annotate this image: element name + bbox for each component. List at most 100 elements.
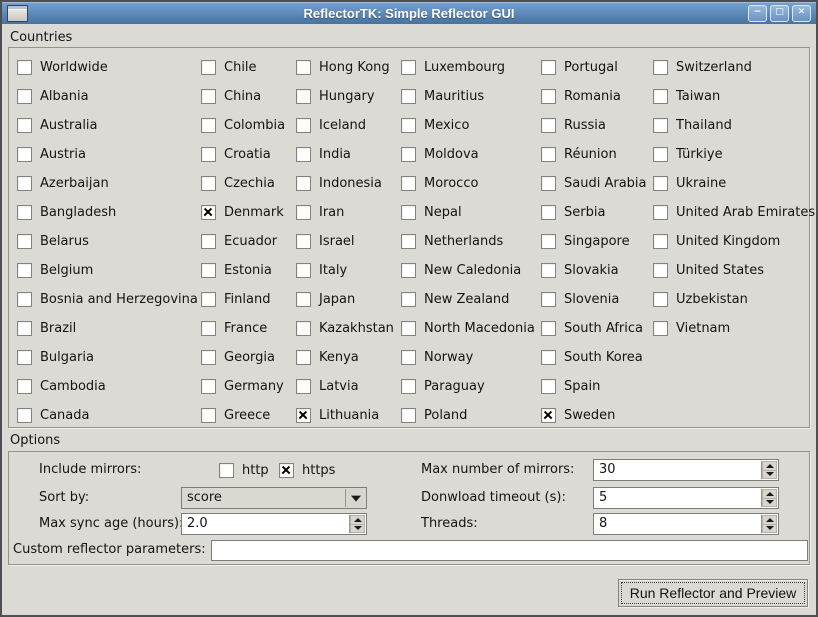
country-checkbox-item[interactable]: Brazil [17,314,198,343]
country-checkbox-item[interactable]: Ecuador [201,227,285,256]
country-checkbox-item[interactable]: Chile [201,53,285,82]
country-checkbox-item[interactable]: Iceland [296,111,394,140]
country-checkbox-item[interactable]: Estonia [201,256,285,285]
country-checkbox-item[interactable]: Romania [541,82,647,111]
download-timeout-spinbox[interactable]: 5 [593,487,779,509]
country-checkbox-item[interactable]: Slovakia [541,256,647,285]
country-checkbox-item[interactable]: Kenya [296,343,394,372]
country-checkbox-item[interactable]: Norway [401,343,535,372]
country-checkbox-item[interactable]: Czechia [201,169,285,198]
country-checkbox-item[interactable]: Réunion [541,140,647,169]
spin-down-icon[interactable] [350,524,365,534]
spin-up-icon[interactable] [762,461,777,470]
country-checkbox-item[interactable]: North Macedonia [401,314,535,343]
country-checkbox-item[interactable]: Sweden [541,401,647,430]
country-checkbox-item[interactable]: Lithuania [296,401,394,430]
spin-up-icon[interactable] [762,489,777,498]
country-checkbox-item[interactable]: Nepal [401,198,535,227]
maximize-icon[interactable]: □ [770,5,789,22]
close-icon[interactable]: ✕ [792,5,811,22]
country-checkbox-item[interactable]: Latvia [296,372,394,401]
sort-by-combobox[interactable]: score [181,487,367,509]
country-checkbox-item[interactable]: Uzbekistan [653,285,815,314]
spin-up-icon[interactable] [762,515,777,524]
country-checkbox-item[interactable]: Worldwide [17,53,198,82]
country-checkbox-item[interactable]: Kazakhstan [296,314,394,343]
country-checkbox-item[interactable]: Azerbaijan [17,169,198,198]
country-checkbox-item[interactable]: Mauritius [401,82,535,111]
country-checkbox-item[interactable]: Paraguay [401,372,535,401]
country-checkbox-item[interactable]: United Kingdom [653,227,815,256]
spin-up-icon[interactable] [350,515,365,524]
country-checkbox-item[interactable]: Belarus [17,227,198,256]
country-checkbox-item[interactable]: India [296,140,394,169]
country-checkbox-item[interactable]: Bangladesh [17,198,198,227]
country-checkbox-item[interactable]: Finland [201,285,285,314]
https-checkbox[interactable]: https [279,459,335,481]
country-label: United Arab Emirates [676,205,815,220]
country-checkbox-item[interactable]: Mexico [401,111,535,140]
country-checkbox-item[interactable]: Türkiye [653,140,815,169]
country-checkbox-item[interactable]: Saudi Arabia [541,169,647,198]
country-checkbox-item[interactable]: Australia [17,111,198,140]
country-checkbox-item[interactable]: Thailand [653,111,815,140]
country-checkbox-item[interactable]: Greece [201,401,285,430]
country-checkbox-item[interactable]: Croatia [201,140,285,169]
max-sync-age-spinbox[interactable]: 2.0 [181,513,367,535]
max-mirrors-spinbox[interactable]: 30 [593,459,779,481]
country-checkbox-item[interactable]: South Africa [541,314,647,343]
country-checkbox-item[interactable]: Canada [17,401,198,430]
country-checkbox-item[interactable]: Serbia [541,198,647,227]
custom-params-input[interactable] [211,540,808,561]
country-checkbox-item[interactable]: Morocco [401,169,535,198]
country-checkbox-item[interactable]: Netherlands [401,227,535,256]
country-checkbox-item[interactable]: South Korea [541,343,647,372]
country-checkbox-item[interactable]: Georgia [201,343,285,372]
custom-params-value [217,541,803,561]
country-checkbox-item[interactable]: Switzerland [653,53,815,82]
country-checkbox-item[interactable]: United States [653,256,815,285]
country-checkbox-item[interactable]: New Zealand [401,285,535,314]
chevron-down-icon[interactable] [345,489,365,507]
country-checkbox-item[interactable]: France [201,314,285,343]
country-checkbox-item[interactable]: Spain [541,372,647,401]
country-checkbox-item[interactable]: Austria [17,140,198,169]
spin-down-icon[interactable] [762,498,777,508]
country-checkbox-item[interactable]: Indonesia [296,169,394,198]
http-checkbox[interactable]: http [219,459,269,481]
country-checkbox-item[interactable]: Iran [296,198,394,227]
country-checkbox-item[interactable]: Bosnia and Herzegovina [17,285,198,314]
country-checkbox-item[interactable]: United Arab Emirates [653,198,815,227]
country-checkbox-item[interactable]: Moldova [401,140,535,169]
run-reflector-button[interactable]: Run Reflector and Preview [618,579,808,607]
country-checkbox-item[interactable]: Russia [541,111,647,140]
country-checkbox-item[interactable]: Denmark [201,198,285,227]
country-checkbox-item[interactable]: Poland [401,401,535,430]
country-label: Spain [564,379,600,394]
threads-spinbox[interactable]: 8 [593,513,779,535]
country-checkbox-item[interactable]: Hong Kong [296,53,394,82]
country-checkbox-item[interactable]: Ukraine [653,169,815,198]
country-checkbox-item[interactable]: Vietnam [653,314,815,343]
checkbox [296,205,311,220]
country-checkbox-item[interactable]: Singapore [541,227,647,256]
country-checkbox-item[interactable]: Israel [296,227,394,256]
country-checkbox-item[interactable]: Bulgaria [17,343,198,372]
country-checkbox-item[interactable]: Colombia [201,111,285,140]
country-checkbox-item[interactable]: Albania [17,82,198,111]
country-checkbox-item[interactable]: Portugal [541,53,647,82]
country-checkbox-item[interactable]: China [201,82,285,111]
country-checkbox-item[interactable]: New Caledonia [401,256,535,285]
country-checkbox-item[interactable]: Germany [201,372,285,401]
country-checkbox-item[interactable]: Belgium [17,256,198,285]
minimize-icon[interactable]: − [748,5,767,22]
country-checkbox-item[interactable]: Luxembourg [401,53,535,82]
spin-down-icon[interactable] [762,524,777,534]
country-checkbox-item[interactable]: Taiwan [653,82,815,111]
country-checkbox-item[interactable]: Hungary [296,82,394,111]
country-checkbox-item[interactable]: Italy [296,256,394,285]
country-checkbox-item[interactable]: Slovenia [541,285,647,314]
country-checkbox-item[interactable]: Japan [296,285,394,314]
spin-down-icon[interactable] [762,470,777,480]
country-checkbox-item[interactable]: Cambodia [17,372,198,401]
